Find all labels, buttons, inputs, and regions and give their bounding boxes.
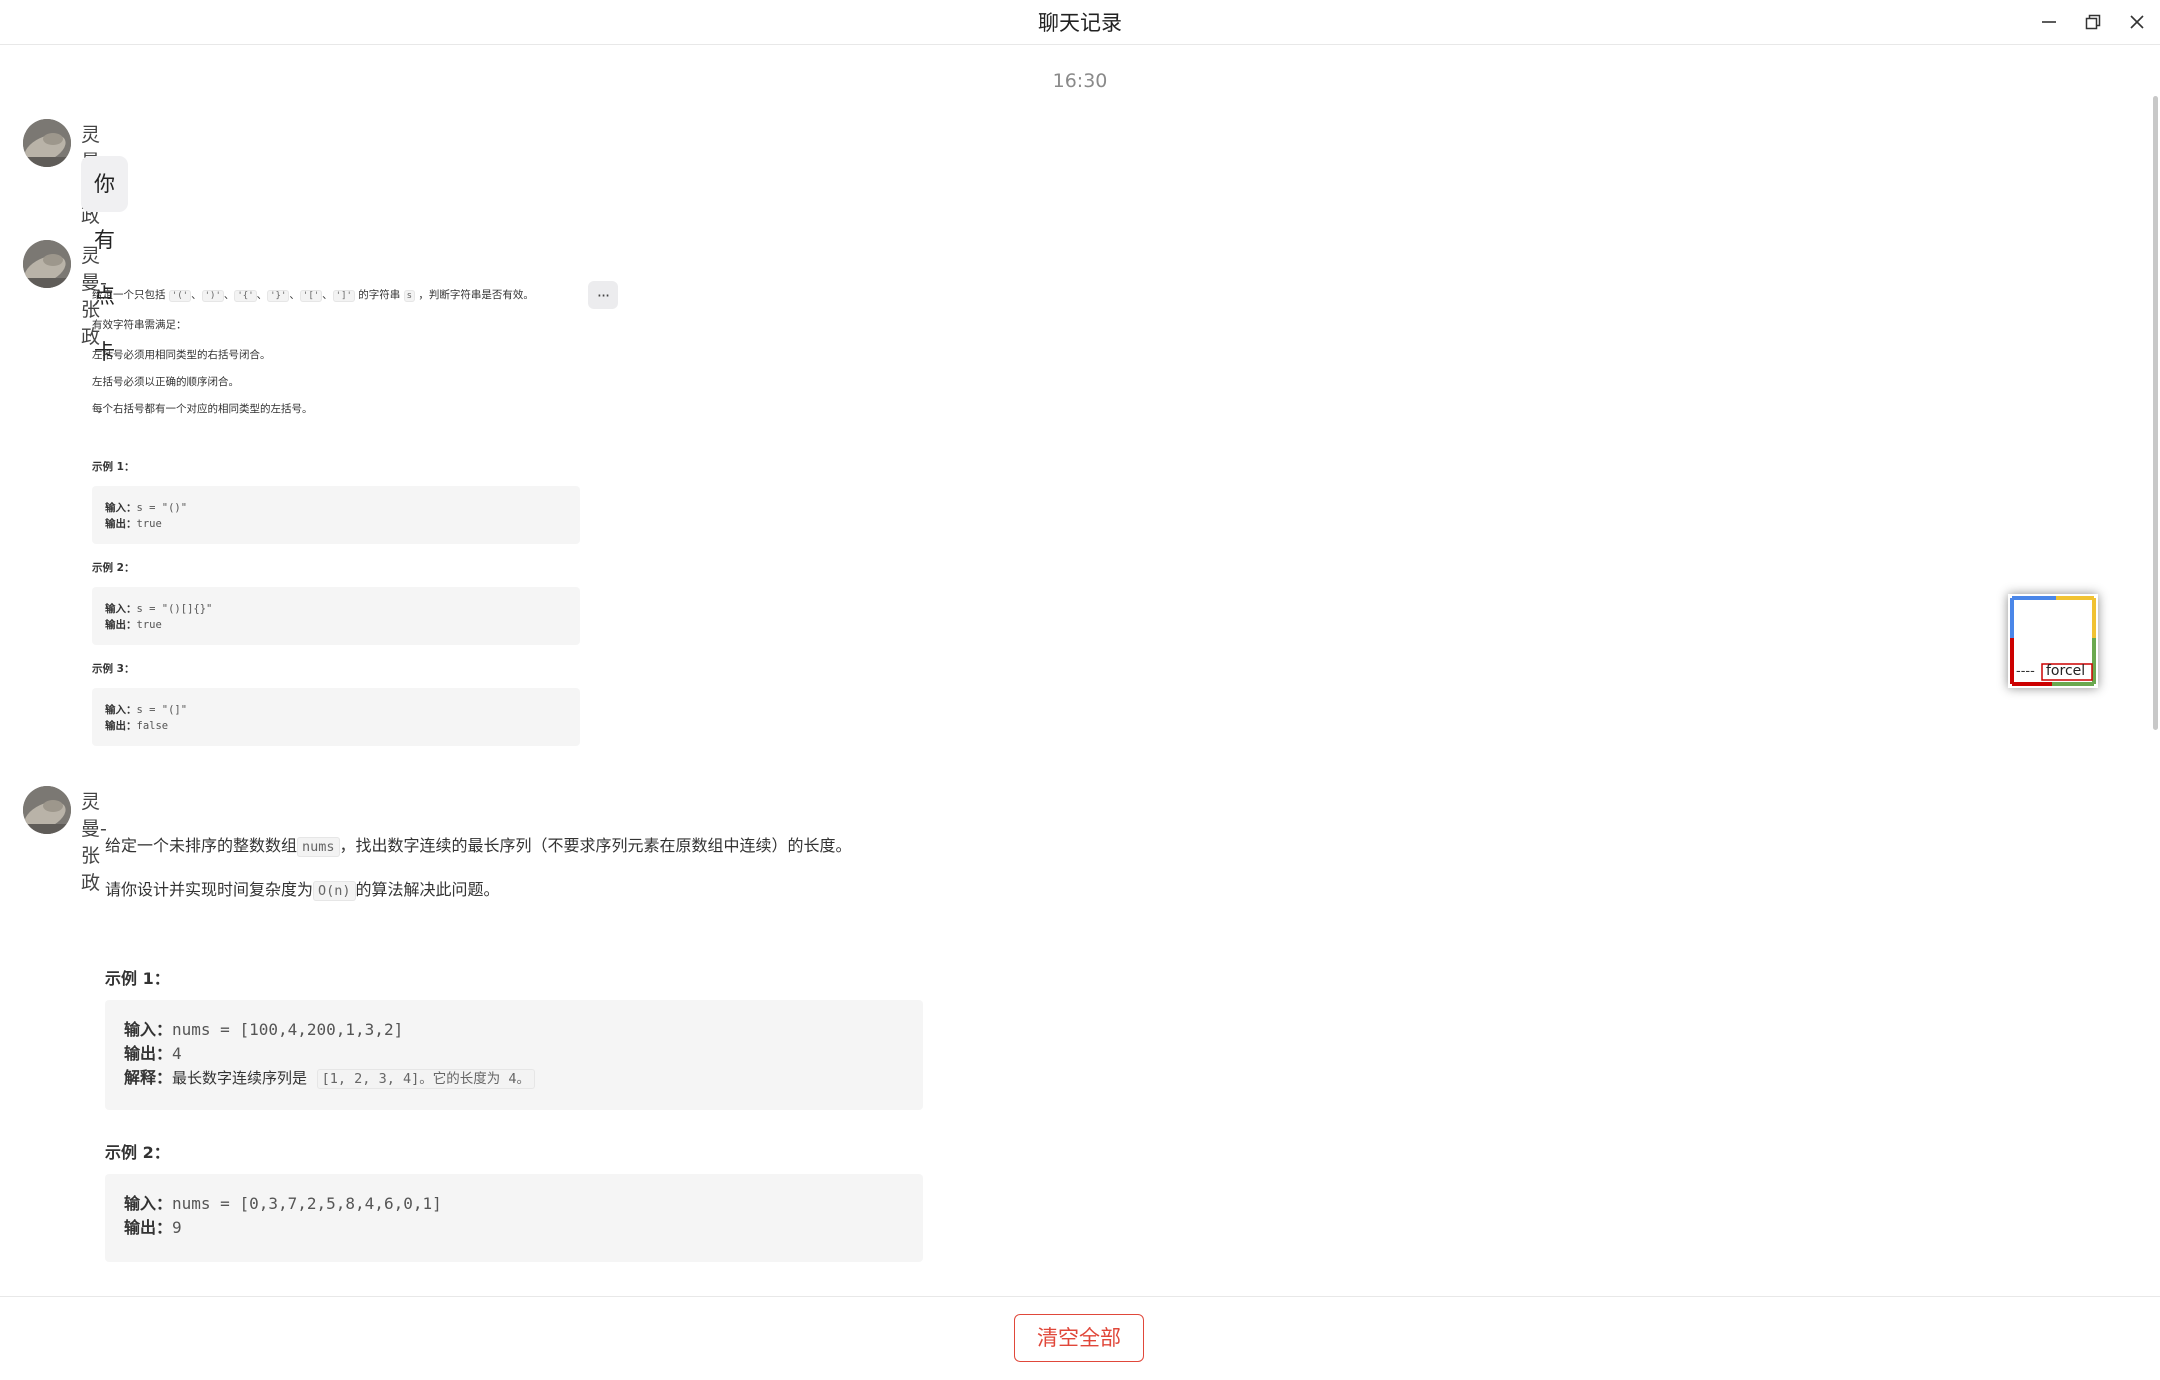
restore-icon	[2085, 14, 2101, 30]
minimize-icon	[2042, 21, 2056, 23]
more-options-button[interactable]: ···	[588, 281, 618, 309]
problem-intro: 给定一个只包括 '('、 ')'、 '{'、 '}'、 '['、 ']' 的字符串 s ，…	[92, 289, 534, 302]
problem-paragraph: 请你设计并实现时间复杂度为 O(n) 的算法解决此问题。	[105, 880, 500, 901]
window-title: 聊天记录	[1038, 11, 1122, 35]
rule-item: 每个右括号都有一个对应的相同类型的左括号。	[92, 403, 313, 415]
avatar[interactable]	[23, 786, 71, 834]
avatar-image	[23, 119, 71, 167]
scrollbar[interactable]	[2153, 96, 2158, 730]
example-title: 示例 2：	[92, 562, 135, 574]
message-timestamp: 16:30	[1052, 70, 1108, 92]
restore-button[interactable]	[2073, 4, 2113, 40]
rule-item: 左括号必须以正确的顺序闭合。	[92, 376, 239, 388]
chat-history[interactable]: 16:30 灵曼-张政 你有点卡 灵曼-张政 ··· 给定一个只包括 '('、'…	[0, 46, 2160, 1296]
valid-title: 有效字符串需满足：	[92, 319, 187, 331]
example-box: 输入：nums = [100,4,200,1,3,2] 输出：4 解释：最长数字…	[105, 1000, 923, 1110]
example-box: 输入：s = "(]" 输出：false	[92, 688, 580, 746]
widget-label: forcel	[2046, 663, 2086, 679]
example-title: 示例 1：	[105, 969, 170, 988]
avatar[interactable]	[23, 119, 71, 167]
example-box: 输入：s = "()" 输出：true	[92, 486, 580, 544]
avatar[interactable]	[23, 240, 71, 288]
message-bubble[interactable]: 你有点卡	[81, 156, 128, 364]
title-bar: 聊天记录	[0, 0, 2160, 45]
rule-item: 左括号必须用相同类型的右括号闭合。	[92, 349, 271, 361]
problem-card-small[interactable]: 给定一个只包括 '('、 ')'、 '{'、 '}'、 '['、 ']' 的字符串 s ，…	[92, 288, 592, 803]
example-box: 输入：s = "()[]{}" 输出：true	[92, 587, 580, 645]
example-title: 示例 1：	[92, 461, 135, 473]
sender-name: 灵曼-张政	[81, 791, 107, 894]
problem-card[interactable]: 给定一个未排序的整数数组 nums ，找出数字连续的最长序列（不要求序列元素在原数组…	[105, 832, 935, 1296]
clear-all-button[interactable]: 清空全部	[1014, 1314, 1144, 1362]
minimize-button[interactable]	[2029, 4, 2069, 40]
example-box: 输入：nums = [0,3,7,2,5,8,4,6,0,1] 输出：9	[105, 1174, 923, 1262]
close-icon	[2130, 15, 2144, 29]
problem-paragraph: 给定一个未排序的整数数组 nums ，找出数字连续的最长序列（不要求序列元素在原数组…	[105, 836, 852, 857]
avatar-image	[23, 786, 71, 834]
floating-widget[interactable]: ---- forcel	[2008, 594, 2098, 688]
close-button[interactable]	[2117, 4, 2157, 40]
avatar-image	[23, 240, 71, 288]
footer-bar: 清空全部	[0, 1296, 2160, 1380]
example-title: 示例 3：	[92, 663, 135, 675]
widget-dashes: ----	[2016, 664, 2035, 679]
example-title: 示例 2：	[105, 1143, 170, 1162]
